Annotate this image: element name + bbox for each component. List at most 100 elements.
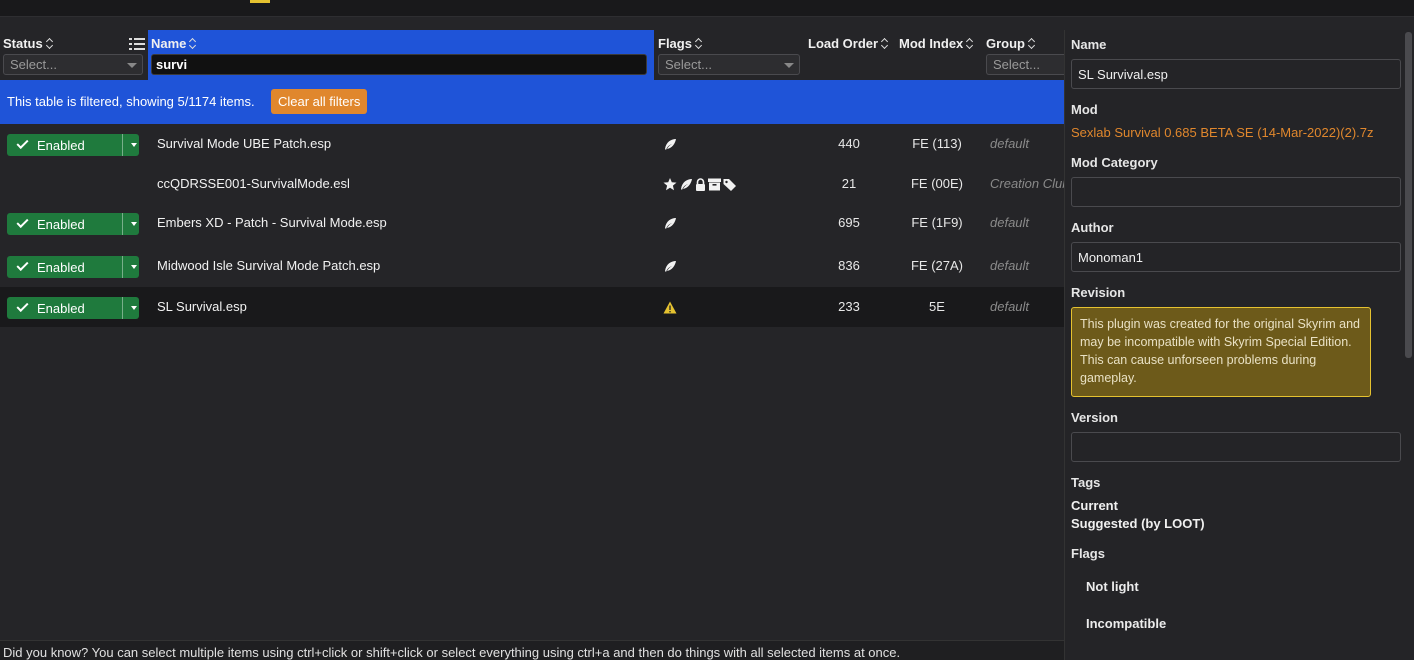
tip-footer: Did you know? You can select multiple it… bbox=[0, 640, 1064, 660]
name-filter-input[interactable]: survi bbox=[151, 54, 647, 75]
sort-icon bbox=[695, 38, 703, 49]
check-icon bbox=[16, 299, 29, 313]
status-dropdown-icon[interactable] bbox=[131, 265, 137, 269]
status-label: Enabled bbox=[37, 301, 85, 316]
flags-header-label: Flags bbox=[658, 36, 692, 51]
detail-author-value: Monoman1 bbox=[1078, 250, 1144, 265]
name-filter-value: survi bbox=[156, 57, 188, 72]
chevron-down-icon bbox=[127, 63, 137, 68]
plugin-name: Embers XD - Patch - Survival Mode.esp bbox=[157, 215, 387, 230]
check-icon bbox=[16, 258, 29, 272]
column-name: Name survi bbox=[148, 30, 654, 80]
status-enabled-button[interactable]: Enabled bbox=[7, 134, 139, 156]
flags-filter-select[interactable]: Select... bbox=[658, 54, 800, 75]
status-divider bbox=[122, 256, 123, 278]
detail-revision-label: Revision bbox=[1071, 285, 1126, 300]
status-label: Enabled bbox=[37, 138, 85, 153]
detail-version-label: Version bbox=[1071, 410, 1118, 425]
archive-icon bbox=[708, 178, 721, 191]
status-divider bbox=[122, 213, 123, 235]
warning-icon bbox=[663, 301, 677, 314]
detail-category-field[interactable] bbox=[1071, 177, 1401, 207]
group-header-label: Group bbox=[986, 36, 1025, 51]
detail-mod-label: Mod bbox=[1071, 102, 1098, 117]
plugin-flags bbox=[663, 216, 677, 230]
flags-filter-placeholder: Select... bbox=[665, 57, 712, 72]
flag-item-not-light: Not light bbox=[1086, 579, 1139, 594]
star-icon bbox=[663, 177, 677, 191]
flags-sort-header[interactable]: Flags bbox=[658, 36, 703, 51]
clear-all-filters-button[interactable]: Clear all filters bbox=[271, 89, 368, 114]
detail-name-value: SL Survival.esp bbox=[1078, 67, 1168, 82]
group-value: default bbox=[990, 299, 1030, 314]
feather-icon bbox=[663, 138, 677, 151]
incompatibility-warning: This plugin was created for the original… bbox=[1071, 307, 1371, 397]
status-enabled-button[interactable]: Enabled bbox=[7, 213, 139, 235]
detail-name-label: Name bbox=[1071, 37, 1107, 52]
mod-index-value: FE (27A) bbox=[910, 258, 963, 273]
plugin-flags bbox=[663, 177, 737, 191]
column-list-icon[interactable] bbox=[129, 38, 145, 51]
detail-flags-label: Flags bbox=[1071, 546, 1105, 561]
table-row[interactable]: Enabled Embers XD - Patch - Survival Mode… bbox=[0, 203, 1064, 243]
load-order-header-label: Load Order bbox=[808, 36, 879, 51]
plugins-table: Status Select... Name survi Flags Select… bbox=[0, 30, 1064, 640]
group-filter-select[interactable]: Select... bbox=[986, 54, 1064, 75]
tags-suggested: Suggested (by LOOT) bbox=[1071, 516, 1205, 531]
load-order-value: 695 bbox=[838, 215, 860, 230]
mod-index-header-label: Mod Index bbox=[899, 36, 964, 51]
column-mod-index: Mod Index bbox=[896, 30, 982, 80]
load-order-sort-header[interactable]: Load Order bbox=[808, 36, 889, 51]
tag-icon bbox=[723, 178, 737, 191]
status-dropdown-icon[interactable] bbox=[131, 306, 137, 310]
sort-icon bbox=[189, 38, 197, 49]
status-sort-header[interactable]: Status bbox=[3, 36, 54, 51]
check-icon bbox=[16, 136, 29, 150]
detail-name-field[interactable]: SL Survival.esp bbox=[1071, 59, 1401, 89]
plugin-flags bbox=[663, 137, 677, 151]
plugin-details-panel: Name SL Survival.esp Mod Sexlab Survival… bbox=[1064, 30, 1414, 660]
filter-notice-bar: This table is filtered, showing 5/1174 i… bbox=[0, 80, 1064, 124]
tip-text: Did you know? You can select multiple it… bbox=[3, 645, 901, 660]
status-dropdown-icon[interactable] bbox=[131, 222, 137, 226]
group-sort-header[interactable]: Group bbox=[986, 36, 1036, 51]
detail-author-label: Author bbox=[1071, 220, 1114, 235]
load-order-value: 21 bbox=[841, 176, 857, 191]
table-row[interactable]: ccQDRSSE001-SurvivalMode.esl 21 FE (00E) Cr… bbox=[0, 164, 1064, 204]
chevron-down-icon bbox=[784, 63, 794, 68]
plugin-name: SL Survival.esp bbox=[157, 299, 247, 314]
table-row[interactable]: Enabled SL Survival.esp 233 5E default bbox=[0, 287, 1064, 327]
detail-tags-label: Tags bbox=[1071, 475, 1101, 490]
mod-index-sort-header[interactable]: Mod Index bbox=[899, 36, 974, 51]
mod-index-value: 5E bbox=[929, 299, 945, 314]
name-sort-header[interactable]: Name bbox=[151, 36, 197, 51]
detail-mod-link[interactable]: Sexlab Survival 0.685 BETA SE (14-Mar-20… bbox=[1071, 125, 1374, 140]
detail-author-field[interactable]: Monoman1 bbox=[1071, 242, 1401, 272]
column-load-order: Load Order bbox=[805, 30, 895, 80]
details-scrollbar[interactable] bbox=[1405, 32, 1412, 358]
status-filter-select[interactable]: Select... bbox=[3, 54, 143, 75]
group-value: default bbox=[990, 215, 1030, 230]
table-row[interactable]: Enabled Survival Mode UBE Patch.esp 440 FE … bbox=[0, 124, 1064, 164]
check-icon bbox=[16, 215, 29, 229]
table-row[interactable]: Enabled Midwood Isle Survival Mode Patch.… bbox=[0, 246, 1064, 286]
load-order-value: 836 bbox=[838, 258, 860, 273]
sort-icon bbox=[1028, 38, 1036, 49]
sort-icon bbox=[46, 38, 54, 49]
status-divider bbox=[122, 297, 123, 319]
status-label: Enabled bbox=[37, 217, 85, 232]
group-value: default bbox=[990, 136, 1030, 151]
status-dropdown-icon[interactable] bbox=[131, 143, 137, 147]
feather-icon bbox=[679, 178, 693, 191]
status-enabled-button[interactable]: Enabled bbox=[7, 256, 139, 278]
table-header: Status Select... Name survi Flags Select… bbox=[0, 30, 1064, 80]
status-divider bbox=[122, 134, 123, 156]
detail-version-field[interactable] bbox=[1071, 432, 1401, 462]
load-order-value: 440 bbox=[838, 136, 860, 151]
group-value: default bbox=[990, 258, 1030, 273]
top-toolbar bbox=[0, 0, 1414, 17]
status-header-label: Status bbox=[3, 36, 43, 51]
status-enabled-button[interactable]: Enabled bbox=[7, 297, 139, 319]
column-status: Status Select... bbox=[0, 30, 148, 80]
mod-index-value: FE (1F9) bbox=[911, 215, 963, 230]
